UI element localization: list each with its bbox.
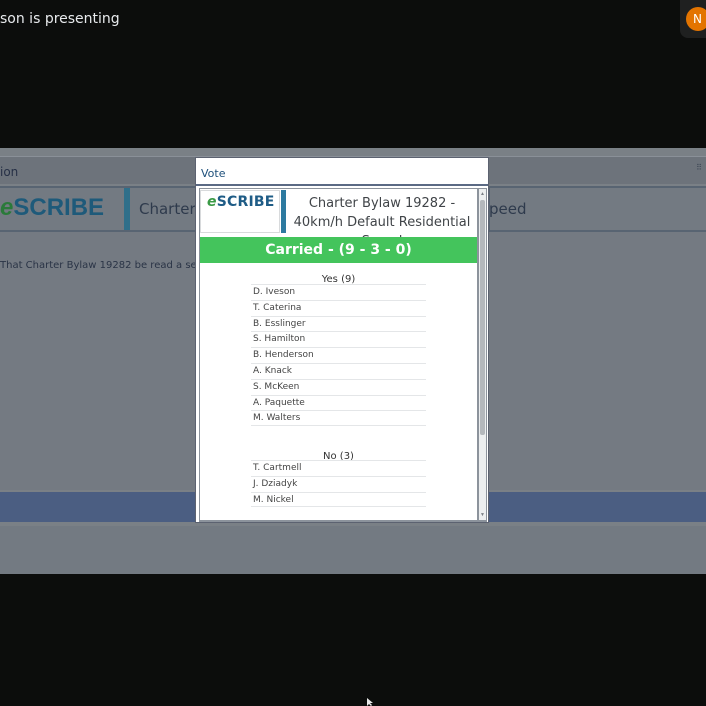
vote-modal: Vote eSCRIBE Charter Bylaw 19282 - 40km/… [195,157,489,523]
modal-header: Vote [196,158,488,186]
logo-divider [281,190,286,233]
modal-body: eSCRIBE Charter Bylaw 19282 - 40km/h Def… [199,188,487,522]
motion-text: That Charter Bylaw 19282 be read a seco [0,260,196,271]
list-item: M. Walters [251,410,426,427]
escribe-logo-box: eSCRIBE [200,190,280,233]
list-item: M. Nickel [251,491,426,508]
scrollbar-thumb[interactable] [480,200,485,435]
background-window-title: ion [0,165,19,179]
vote-result-banner: Carried - (9 - 3 - 0) [200,237,477,263]
background-title-right: peed [489,200,527,218]
vote-scrollbar[interactable]: ▲ ▼ [479,189,486,520]
avatar[interactable]: N [686,7,706,31]
escribe-logo: eSCRIBE [207,194,275,210]
background-title-left: Charter [139,200,196,218]
yes-voter-list: D. Iveson T. Caterina B. Esslinger S. Ha… [251,284,426,427]
presenting-status: son is presenting [0,11,120,27]
scroll-down-icon[interactable]: ▼ [480,512,485,518]
list-item: A. Knack [251,362,426,379]
list-item: S. McKeen [251,378,426,395]
resize-icon: ⠿ [696,163,702,172]
modal-title: Vote [201,167,226,180]
background-footer [0,526,706,574]
list-item: B. Henderson [251,347,426,363]
e-logo-icon: e [0,194,14,221]
list-item: T. Caterina [251,299,426,316]
background-logo: eSCRIBE [0,194,105,221]
list-item: D. Iveson [251,284,426,300]
list-item: S. Hamilton [251,331,426,347]
no-voter-list: T. Cartmell J. Dziadyk M. Nickel [251,460,426,508]
list-item: B. Esslinger [251,315,426,332]
list-item: J. Dziadyk [251,475,426,492]
mouse-cursor-icon [367,698,373,706]
list-item: A. Paquette [251,394,426,411]
scroll-up-icon[interactable]: ▲ [480,191,485,197]
vote-panel: eSCRIBE Charter Bylaw 19282 - 40km/h Def… [200,189,477,520]
e-logo-icon: e [207,194,217,210]
list-item: T. Cartmell [251,460,426,476]
